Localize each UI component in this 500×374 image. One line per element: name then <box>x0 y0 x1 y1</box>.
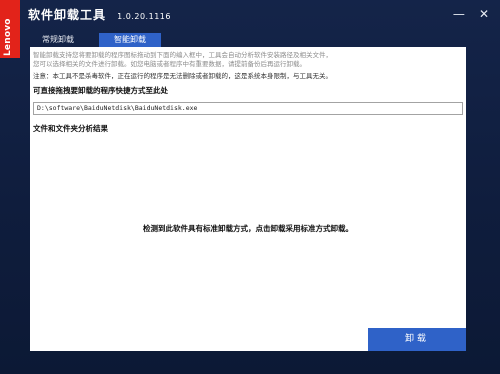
tab-smart-uninstall[interactable]: 智能卸载 <box>99 33 161 47</box>
window-controls: — ✕ <box>449 3 494 23</box>
lenovo-logo-text: Lenovo <box>3 18 13 56</box>
instruction-line-1: 智能卸载支持您将要卸载的程序图标拖动到下面的编入框中，工具会自动分析软件安装路径… <box>33 51 332 59</box>
window-title: 软件卸载工具 <box>28 8 107 22</box>
uninstall-button[interactable]: 卸载 <box>368 328 466 351</box>
content-panel: 智能卸载支持您将要卸载的程序图标拖动到下面的编入框中，工具会自动分析软件安装路径… <box>30 47 466 351</box>
warning-note: 注意：本工具不是杀毒软件，正在运行的程序是无法删除或者卸载的，这是系统本身限制，… <box>33 72 332 80</box>
close-button[interactable]: ✕ <box>474 4 494 24</box>
lenovo-logo: Lenovo <box>0 0 20 58</box>
title-bar: 软件卸载工具 1.0.20.1116 <box>28 6 171 22</box>
analysis-results-heading: 文件和文件夹分析结果 <box>33 124 108 133</box>
instruction-line-2: 您可以选择相关的文件进行卸载。如您电脑或者程序中有重要数据，请提前备份后再运行卸… <box>33 59 306 68</box>
instruction-text: 智能卸载支持您将要卸载的程序图标拖动到下面的编入框中，工具会自动分析软件安装路径… <box>33 51 463 68</box>
result-message: 检测到此软件具有标准卸载方式，点击卸载采用标准方式卸载。 <box>143 224 353 233</box>
program-path-field[interactable]: D:\software\BaiduNetdisk\BaiduNetdisk.ex… <box>33 102 463 115</box>
tab-normal-uninstall[interactable]: 常规卸载 <box>33 33 83 47</box>
app-version: 1.0.20.1116 <box>117 12 171 21</box>
minimize-button[interactable]: — <box>449 4 469 24</box>
drop-zone-label: 可直接拖拽要卸载的程序快捷方式至此处 <box>33 86 168 95</box>
app-window: Lenovo 软件卸载工具 1.0.20.1116 — ✕ 常规卸载 智能卸载 … <box>0 0 500 374</box>
